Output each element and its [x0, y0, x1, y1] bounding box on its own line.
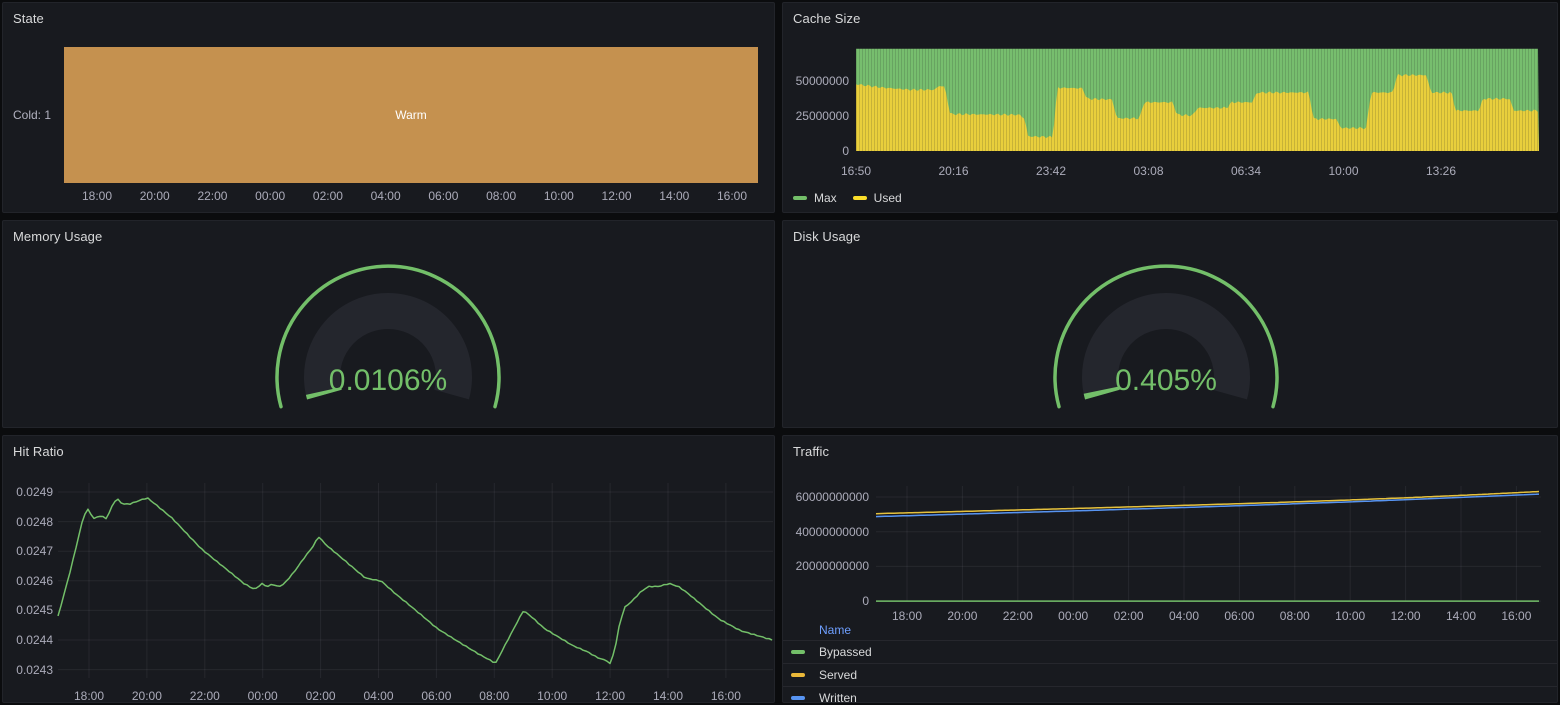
memory-usage-gauge: 0.0106% — [3, 221, 774, 427]
panel-disk-usage: Disk Usage 0.405% — [782, 220, 1558, 428]
legend: Max Used — [793, 191, 902, 205]
panel-cache-size: Cache Size 0 25000000 50000000 16:50 20:16 23… — [782, 2, 1558, 213]
x-tick-label: 02:00 — [313, 189, 343, 203]
panel-hit-ratio: Hit Ratio 0.0249 0.0248 0.0247 0.0246 0.0245… — [2, 435, 775, 703]
gauge-value-text: 0.405% — [1115, 364, 1217, 397]
gauge-value-arc — [324, 391, 325, 395]
y-tick-label: 20000000000 — [783, 559, 869, 573]
y-tick-label: 0.0244 — [3, 633, 53, 647]
legend-label: Written — [819, 691, 857, 703]
y-tick-label: 0 — [783, 144, 849, 158]
x-tick-label: 20:00 — [140, 189, 170, 203]
panel-title-hit-ratio[interactable]: Hit Ratio — [13, 444, 64, 459]
memory-usage-gauge-svg: 0.0106% — [248, 259, 528, 428]
y-tick-label: 50000000 — [783, 74, 849, 88]
gauge-value-arc — [1101, 390, 1102, 395]
legend-label: Bypassed — [819, 645, 872, 659]
x-tick-label: 16:00 — [717, 189, 747, 203]
served-series-color-icon — [791, 673, 805, 677]
y-tick-label: 0.0245 — [3, 603, 53, 617]
panel-state: State Warm Cold: 1 18:00 20:00 22:00 00:00 02:… — [2, 2, 775, 213]
x-tick-label: 16:50 — [841, 164, 871, 178]
x-tick-label: 04:00 — [363, 689, 393, 703]
y-tick-label: 0.0247 — [3, 544, 53, 558]
y-tick-label: 40000000000 — [783, 525, 869, 539]
y-tick-label: 0 — [783, 594, 869, 608]
x-tick-label: 20:00 — [132, 689, 162, 703]
state-row-label: Cold: 1 — [13, 108, 51, 122]
panel-title-cache-size[interactable]: Cache Size — [793, 11, 860, 26]
y-tick-label: 0.0249 — [3, 485, 53, 499]
x-tick-label: 12:00 — [602, 189, 632, 203]
x-tick-label: 22:00 — [190, 689, 220, 703]
panel-title-disk-usage[interactable]: Disk Usage — [793, 229, 860, 244]
legend-row-served[interactable]: Served — [783, 663, 1557, 686]
x-tick-label: 18:00 — [82, 189, 112, 203]
panel-title-memory-usage[interactable]: Memory Usage — [13, 229, 102, 244]
state-region-warm: Warm — [64, 47, 758, 183]
x-tick-label: 20:16 — [938, 164, 968, 178]
x-tick-label: 10:00 — [544, 189, 574, 203]
dashboard: State Warm Cold: 1 18:00 20:00 22:00 00:00 02:… — [0, 0, 1560, 705]
legend-label: Served — [819, 668, 857, 682]
x-tick-label: 06:00 — [421, 689, 451, 703]
x-tick-label: 22:00 — [197, 189, 227, 203]
state-timeline-chart: Warm Cold: 1 18:00 20:00 22:00 00:00 02:00 04:0… — [3, 3, 774, 212]
panel-title-traffic[interactable]: Traffic — [793, 444, 829, 459]
hit-ratio-plot — [3, 436, 775, 703]
x-tick-label: 10:00 — [537, 689, 567, 703]
legend-label: Used — [874, 191, 902, 205]
y-tick-label: 0.0246 — [3, 574, 53, 588]
hit-ratio-chart: 0.0249 0.0248 0.0247 0.0246 0.0245 0.0244 0.02… — [3, 436, 774, 702]
cache-size-chart: 0 25000000 50000000 16:50 20:16 23:42 03:08 06:… — [783, 3, 1557, 212]
legend-row-bypassed[interactable]: Bypassed — [783, 640, 1557, 663]
x-tick-label: 16:00 — [711, 689, 741, 703]
legend-item-max[interactable]: Max — [793, 191, 837, 205]
bypassed-series-color-icon — [791, 650, 805, 654]
max-series-color-icon — [793, 196, 807, 200]
legend-header-name[interactable]: Name — [783, 620, 1557, 640]
x-tick-label: 00:00 — [248, 689, 278, 703]
x-tick-label: 23:42 — [1036, 164, 1066, 178]
panel-title-state[interactable]: State — [13, 11, 44, 26]
gauge-value-text: 0.0106% — [329, 364, 447, 397]
legend-item-used[interactable]: Used — [853, 191, 902, 205]
x-tick-label: 06:34 — [1231, 164, 1261, 178]
x-tick-label: 06:00 — [428, 189, 458, 203]
x-tick-label: 04:00 — [371, 189, 401, 203]
x-tick-label: 02:00 — [306, 689, 336, 703]
x-tick-label: 08:00 — [486, 189, 516, 203]
written-series-color-icon — [791, 696, 805, 700]
disk-usage-gauge-svg: 0.405% — [1026, 259, 1306, 428]
y-tick-label: 60000000000 — [783, 490, 869, 504]
x-tick-label: 14:00 — [659, 189, 689, 203]
x-tick-label: 14:00 — [653, 689, 683, 703]
traffic-chart: 600000000004000000000020000000000018:002… — [783, 436, 1557, 702]
legend-row-written[interactable]: Written — [783, 686, 1557, 703]
x-tick-label: 00:00 — [255, 189, 285, 203]
traffic-legend-table: Name Bypassed Served Written — [783, 620, 1557, 703]
served-line — [876, 492, 1539, 514]
y-tick-label: 0.0243 — [3, 663, 53, 677]
x-tick-label: 08:00 — [479, 689, 509, 703]
x-tick-label: 18:00 — [74, 689, 104, 703]
legend-label: Max — [814, 191, 837, 205]
y-tick-label: 0.0248 — [3, 515, 53, 529]
panel-memory-usage: Memory Usage 0.0106% — [2, 220, 775, 428]
panel-traffic: Traffic 60000000000 40000000000 2000000000… — [782, 435, 1558, 703]
cache-size-plot — [783, 3, 1558, 213]
x-tick-label: 13:26 — [1426, 164, 1456, 178]
used-series-color-icon — [853, 196, 867, 200]
y-tick-label: 25000000 — [783, 109, 849, 123]
disk-usage-gauge: 0.405% — [783, 221, 1557, 427]
x-tick-label: 12:00 — [595, 689, 625, 703]
state-value-label: Warm — [395, 108, 427, 122]
x-tick-label: 03:08 — [1133, 164, 1163, 178]
x-tick-label: 10:00 — [1328, 164, 1358, 178]
